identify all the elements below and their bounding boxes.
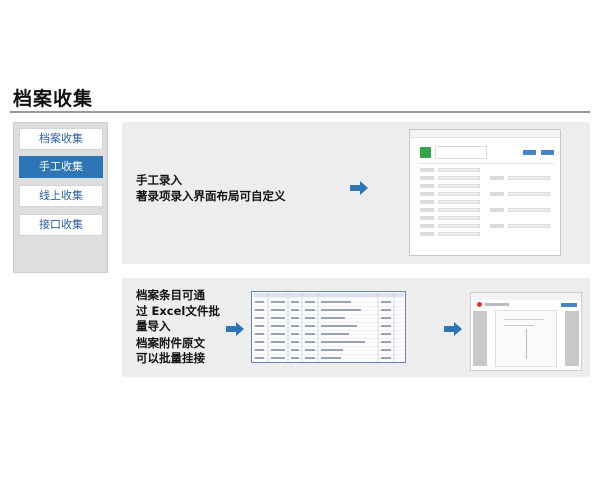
pdf-app-icon xyxy=(477,302,482,307)
entry-form-screenshot xyxy=(409,129,561,256)
sidebar-item-archive-collection[interactable]: 档案收集 xyxy=(19,128,103,150)
right-arrow-icon xyxy=(350,181,368,195)
manual-entry-title: 手工录入 xyxy=(136,173,182,187)
document-preview xyxy=(495,310,557,367)
sidebar-item-manual-collection[interactable]: 手工收集 xyxy=(19,156,103,178)
manual-entry-description: 著录项录入界面布局可自定义 xyxy=(136,189,286,203)
manual-entry-panel: 手工录入 著录项录入界面布局可自定义 xyxy=(122,122,590,264)
page-title: 档案收集 xyxy=(13,88,94,110)
sidebar: 档案收集 手工收集 线上收集 接口收集 xyxy=(13,122,108,273)
attach-line-2: 可以批量挂接 xyxy=(136,351,205,365)
right-arrow-icon xyxy=(444,322,462,336)
right-arrow-icon xyxy=(226,322,244,336)
excel-grid-lines xyxy=(255,292,395,362)
import-line-2: 过 Excel文件批 xyxy=(136,304,220,318)
title-divider xyxy=(10,111,590,113)
attachment-viewer-screenshot xyxy=(470,292,582,371)
excel-sheet-screenshot xyxy=(251,291,406,363)
sidebar-item-interface-collection[interactable]: 接口收集 xyxy=(19,214,103,236)
import-line-1: 档案条目可通 xyxy=(136,288,205,302)
sidebar-item-online-collection[interactable]: 线上收集 xyxy=(19,185,103,207)
form-app-icon xyxy=(420,147,431,158)
attach-line-1: 档案附件原文 xyxy=(136,336,205,350)
import-line-3: 量导入 xyxy=(136,319,171,333)
batch-import-panel: 档案条目可通 过 Excel文件批 量导入 档案附件原文 可以批量挂接 xyxy=(122,278,590,377)
